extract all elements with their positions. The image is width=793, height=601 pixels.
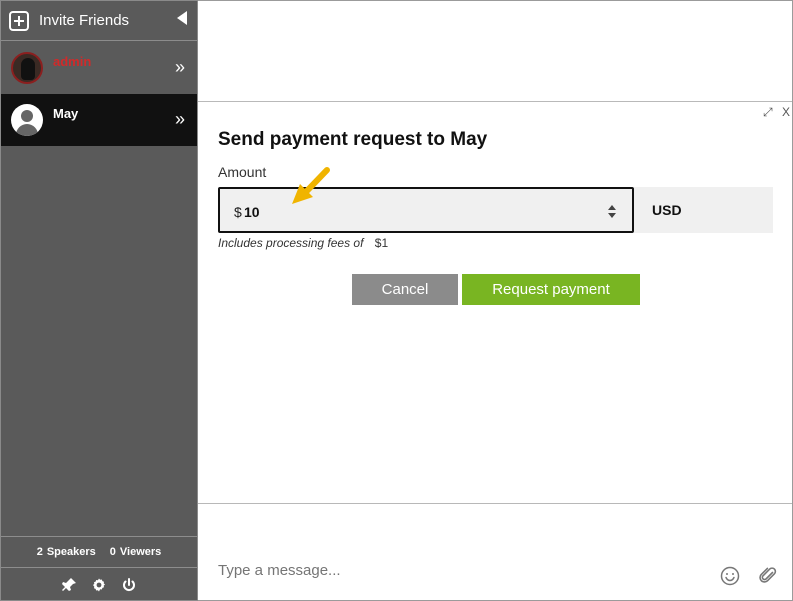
power-icon[interactable] [121,577,137,593]
speakers-label: Speakers [46,546,96,558]
plus-icon [9,10,29,31]
attach-icon[interactable] [758,566,778,586]
main-panel: ⤢ X Send payment request to May Amount $… [198,0,793,601]
app-root: Invite Friends admin » May » 2 Speakers … [0,0,793,601]
speaker-viewer-stats: 2 Speakers 0 Viewers [1,536,197,568]
currency-symbol: $ [234,204,242,220]
user-name: admin [53,53,92,69]
cancel-button[interactable]: Cancel [352,274,458,305]
amount-input[interactable]: $ 10 [218,187,634,233]
video-area [198,1,792,102]
collapse-icon[interactable] [177,11,187,25]
fees-note: Includes processing fees of $1 [218,236,388,250]
user-item-admin[interactable]: admin » [1,42,197,94]
dialog-title: Send payment request to May [218,129,488,150]
user-item-may[interactable]: May » [1,94,197,146]
user-name: May [53,105,79,121]
viewers-count: 0 [109,546,116,558]
pin-icon[interactable] [61,577,77,593]
fees-label: Includes processing fees of [218,236,364,250]
avatar [11,104,43,136]
viewers-label: Viewers [119,546,162,558]
payment-request-dialog: Send payment request to May Amount $ 10 … [198,102,792,503]
invite-friends-label: Invite Friends [39,12,130,29]
invite-friends-button[interactable]: Invite Friends [1,1,197,41]
message-composer [198,503,792,601]
emoji-icon[interactable] [720,566,740,586]
request-payment-button[interactable]: Request payment [462,274,640,305]
currency-code: USD [634,187,773,233]
message-input[interactable] [218,562,668,579]
composer-icons [720,566,778,586]
gear-icon[interactable] [91,577,107,593]
spinner-icon[interactable] [608,204,616,220]
annotation-arrow-icon [292,167,330,204]
speakers-count: 2 [36,546,43,558]
sidebar: Invite Friends admin » May » 2 Speakers … [0,0,198,601]
avatar [11,52,43,84]
sidebar-footer [1,569,197,601]
chevron-right-icon[interactable]: » [175,110,185,128]
fees-value: $1 [374,236,389,250]
amount-value[interactable]: 10 [244,204,260,220]
chevron-right-icon[interactable]: » [175,58,185,76]
amount-label: Amount [218,164,267,180]
